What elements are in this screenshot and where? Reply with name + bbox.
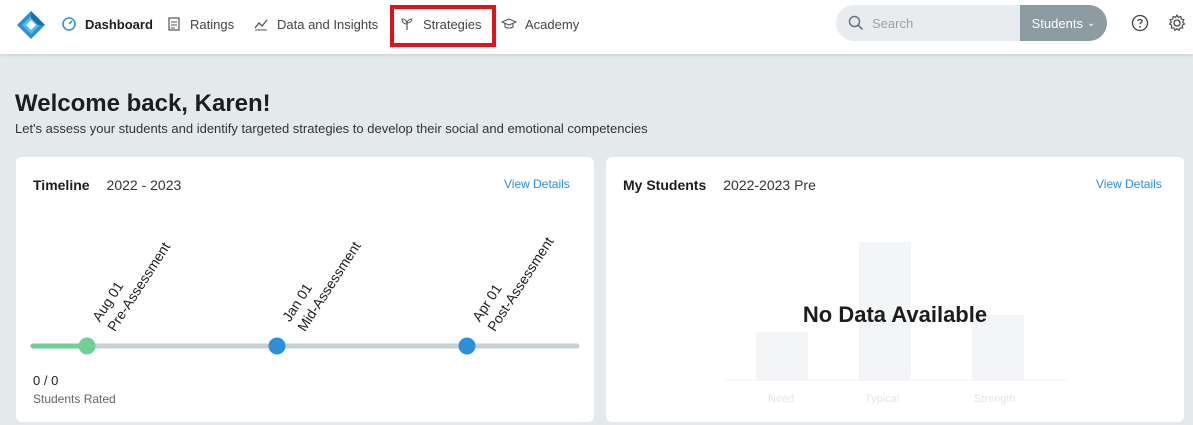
my-students-card: My Students 2022-2023 Pre View Details N… xyxy=(606,157,1184,422)
chart-icon xyxy=(253,16,269,32)
my-students-title: My Students xyxy=(623,177,707,193)
help-icon[interactable] xyxy=(1131,14,1149,32)
milestone-dot-mid[interactable] xyxy=(268,337,286,355)
no-data-text: No Data Available xyxy=(802,302,988,327)
top-navigation-bar: Dashboard Ratings Data and Insights Stra… xyxy=(0,0,1193,54)
graduation-cap-icon xyxy=(501,16,517,32)
dashboard-icon xyxy=(61,16,77,32)
ratings-icon xyxy=(166,16,182,32)
nav-dashboard-label: Dashboard xyxy=(85,16,153,32)
my-students-card-header: My Students 2022-2023 Pre xyxy=(623,177,816,193)
gear-icon[interactable] xyxy=(1167,13,1187,33)
timeline-card: Timeline 2022 - 2023 View Details Aug 01… xyxy=(16,157,594,422)
milestone-dot-pre[interactable] xyxy=(78,337,96,355)
chevron-down-icon: ⌄ xyxy=(1086,17,1096,29)
search-input[interactable] xyxy=(872,15,1012,31)
ghost-label-strength: Strength xyxy=(974,393,1016,405)
my-students-period: 2022-2023 Pre xyxy=(723,177,816,193)
nav-dashboard[interactable]: Dashboard xyxy=(61,14,153,34)
ghost-bar-need xyxy=(756,332,808,380)
app-logo[interactable] xyxy=(16,10,46,40)
nav-ratings[interactable]: Ratings xyxy=(166,14,234,34)
no-data-message: No Data Available xyxy=(606,302,1184,328)
ghost-label-typical: Typical xyxy=(865,393,900,405)
strategies-highlight-box xyxy=(390,5,496,47)
students-dropdown-button[interactable]: Students ⌄ xyxy=(1020,5,1107,41)
nav-data-insights-label: Data and Insights xyxy=(277,16,379,32)
welcome-subtitle: Let's assess your students and identify … xyxy=(15,121,648,136)
nav-academy-label: Academy xyxy=(525,16,580,32)
nav-ratings-label: Ratings xyxy=(190,16,235,32)
students-rated-label: Students Rated xyxy=(33,392,116,406)
students-button-label: Students xyxy=(1031,15,1083,31)
ghost-label-need: Need xyxy=(768,393,795,405)
search-icon xyxy=(848,15,864,31)
nav-data-insights[interactable]: Data and Insights xyxy=(253,14,378,34)
nav-academy[interactable]: Academy xyxy=(501,14,579,34)
milestone-dot-post[interactable] xyxy=(458,337,476,355)
search-box[interactable] xyxy=(836,5,1036,41)
students-view-details-link[interactable]: View Details xyxy=(1096,177,1162,191)
welcome-title: Welcome back, Karen! xyxy=(15,90,271,117)
students-rated-count: 0 / 0 xyxy=(33,373,59,388)
